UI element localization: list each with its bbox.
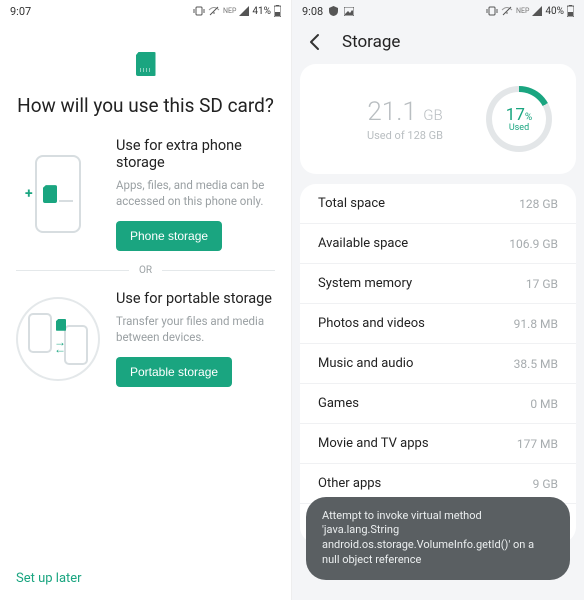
error-toast: Attempt to invoke virtual method 'java.l… xyxy=(306,497,570,580)
signal-icon xyxy=(239,6,249,16)
or-divider: OR xyxy=(16,265,275,276)
sd-card-icon xyxy=(136,52,156,76)
storage-row-value: 0 MB xyxy=(530,397,558,411)
storage-row[interactable]: Total space 128 GB xyxy=(300,184,576,224)
storage-breakdown-list: Total space 128 GB Available space 106.9 GB… xyxy=(300,184,576,543)
storage-row-value: 9 GB xyxy=(533,477,558,491)
storage-row-label: Photos and videos xyxy=(318,316,425,331)
storage-row[interactable]: Games 0 MB xyxy=(300,384,576,424)
option-desc: Apps, files, and media can be accessed o… xyxy=(116,177,275,209)
option-desc: Transfer your files and media between de… xyxy=(116,313,275,345)
storage-row-label: Games xyxy=(318,396,359,411)
storage-row-label: Available space xyxy=(318,236,408,251)
or-label: OR xyxy=(139,265,152,276)
usage-ring: 17% Used xyxy=(486,86,552,152)
storage-row-value: 91.8 MB xyxy=(514,317,558,331)
phone-storage-illustration: + xyxy=(16,137,100,251)
sd-card-setup-screen: 9:07 NEP 41% How will you use this SD ca… xyxy=(0,0,292,600)
shield-icon xyxy=(329,6,338,16)
status-bar: 9:08 NEP 40% xyxy=(292,0,584,22)
storage-row-label: Movie and TV apps xyxy=(318,436,429,451)
storage-row-value: 17 GB xyxy=(526,277,558,291)
option-phone-storage: + Use for extra phone storage Apps, file… xyxy=(0,137,291,251)
set-up-later-link[interactable]: Set up later xyxy=(16,571,82,586)
storage-row-label: Total space xyxy=(318,196,385,211)
vibrate-icon xyxy=(193,6,205,16)
option-title: Use for portable storage xyxy=(116,290,275,307)
status-bar: 9:07 NEP 41% xyxy=(0,0,291,22)
vibrate-icon xyxy=(486,6,498,16)
network-label: NEP xyxy=(223,7,236,15)
app-bar: Storage xyxy=(292,22,584,64)
network-label: NEP xyxy=(516,7,529,15)
portable-storage-button[interactable]: Portable storage xyxy=(116,357,232,387)
portable-storage-illustration: →← xyxy=(16,290,100,387)
storage-row-label: Music and audio xyxy=(318,356,413,371)
storage-row-label: System memory xyxy=(318,276,412,291)
storage-row-label: Other apps xyxy=(318,476,381,491)
option-title: Use for extra phone storage xyxy=(116,137,275,171)
storage-row[interactable]: Movie and TV apps 177 MB xyxy=(300,424,576,464)
clock: 9:08 xyxy=(302,5,323,18)
signal-icon xyxy=(532,6,542,16)
storage-row[interactable]: System memory 17 GB xyxy=(300,264,576,304)
battery-text: 41% xyxy=(252,6,271,17)
storage-row[interactable]: Music and audio 38.5 MB xyxy=(300,344,576,384)
storage-row-value: 128 GB xyxy=(519,197,558,211)
storage-row[interactable]: Photos and videos 91.8 MB xyxy=(300,304,576,344)
wifi-off-icon xyxy=(501,6,513,16)
wifi-off-icon xyxy=(208,6,220,16)
usage-summary-card: 21.1 GB Used of 128 GB 17% Used xyxy=(300,64,576,174)
screen-title: Storage xyxy=(342,32,400,52)
phone-storage-button[interactable]: Phone storage xyxy=(116,221,222,251)
clock: 9:07 xyxy=(10,5,31,18)
page-title: How will you use this SD card? xyxy=(0,94,291,137)
battery-icon xyxy=(274,5,281,17)
storage-row-value: 106.9 GB xyxy=(509,237,558,251)
usage-subtext: Used of 128 GB xyxy=(324,129,486,142)
usage-percent: 17% xyxy=(506,105,532,125)
storage-row-value: 38.5 MB xyxy=(514,357,558,371)
usage-amount: 21.1 GB xyxy=(324,97,486,127)
battery-text: 40% xyxy=(545,6,564,17)
battery-icon xyxy=(567,5,574,17)
usage-percent-label: Used xyxy=(506,123,532,133)
storage-row-value: 177 MB xyxy=(517,437,558,451)
storage-row[interactable]: Available space 106.9 GB xyxy=(300,224,576,264)
picture-icon xyxy=(344,7,354,16)
option-portable-storage: →← Use for portable storage Transfer you… xyxy=(0,290,291,387)
back-icon[interactable] xyxy=(306,33,324,51)
storage-screen: 9:08 NEP 40% xyxy=(292,0,584,600)
